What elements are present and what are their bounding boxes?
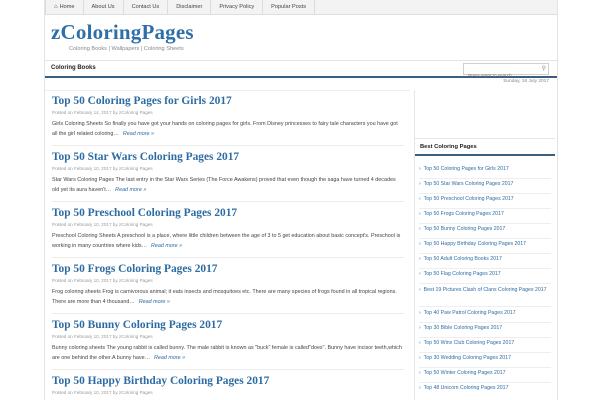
list-divider: [419, 223, 551, 224]
list-divider: [419, 322, 551, 323]
post-item: Top 50 Star Wars Coloring Pages 2017 Pos…: [52, 151, 404, 195]
list-divider: [419, 178, 551, 179]
post-excerpt: Girls Coloring Sheets So finally you hav…: [52, 121, 398, 137]
post-title[interactable]: Top 50 Bunny Coloring Pages 2017: [52, 319, 404, 331]
list-divider: [419, 268, 551, 269]
chevron-right-icon: ›: [419, 211, 421, 217]
post-divider: [52, 201, 404, 202]
chevron-right-icon: ›: [419, 226, 421, 232]
post-excerpt: Star Wars Coloring Pages The last entry …: [52, 177, 396, 193]
chevron-right-icon: ›: [419, 325, 421, 331]
list-divider: [419, 306, 551, 307]
sidebar-link[interactable]: › Top 50 Winx Club Coloring Pages 2017: [419, 340, 551, 346]
search-box: ⚲: [463, 63, 549, 81]
list-divider: [419, 253, 551, 254]
top-nav: ⌂ Home About Us Contact Us Disclaimer Pri…: [45, 0, 557, 15]
read-more-link[interactable]: Read more »: [115, 187, 146, 193]
post-item: Top 50 Preschool Coloring Pages 2017 Pos…: [52, 207, 404, 251]
post-divider: [52, 369, 404, 370]
read-more-link[interactable]: Read more »: [139, 299, 170, 305]
chevron-right-icon: ›: [419, 256, 421, 262]
read-more-link[interactable]: Read more »: [123, 131, 154, 137]
chevron-right-icon: ›: [419, 355, 421, 361]
chevron-right-icon: ›: [419, 370, 421, 376]
sidebar-link[interactable]: › Best 19 Pictures Clash of Clans Colorin…: [419, 286, 551, 294]
sidebar-link[interactable]: › Top 50 Winter Coloring Pages 2017: [419, 370, 551, 376]
list-divider: [419, 337, 551, 338]
search-icon[interactable]: ⚲: [542, 65, 546, 72]
post-meta: Posted on February 10, 2017 by zColoring…: [52, 166, 153, 171]
home-icon: ⌂: [54, 4, 58, 10]
site-tagline: Coloring Books | Wallpapers | Coloring S…: [69, 46, 184, 52]
sidebar-link[interactable]: › Top 50 Star Wars Coloring Pages 2017: [419, 181, 551, 187]
nav-popular-posts[interactable]: Popular Posts: [263, 0, 315, 14]
sidebar-link[interactable]: › Top 50 Coloring Pages for Girls 2017: [419, 166, 551, 172]
post-meta: Posted on February 10, 2017 by zColoring…: [52, 222, 153, 227]
post-title[interactable]: Top 50 Frogs Coloring Pages 2017: [52, 263, 404, 275]
sidebar: Best Coloring Pages › Top 50 Coloring Pag…: [414, 90, 555, 400]
post-divider: [52, 145, 404, 146]
sidebar-link[interactable]: › Top 50 Adult Coloring Books 2017: [419, 256, 551, 262]
sidebar-link[interactable]: › Top 50 Bunny Coloring Pages 2017: [419, 226, 551, 232]
read-more-link[interactable]: Read more »: [154, 355, 185, 361]
post-item: Top 50 Bunny Coloring Pages 2017 Posted …: [52, 319, 404, 363]
post-meta: Posted on February 14, 2017 by zColoring…: [52, 110, 153, 115]
list-divider: [419, 352, 551, 353]
list-divider: [419, 283, 551, 284]
sidebar-link[interactable]: › Top 50 Happy Birthday Coloring Pages 20…: [419, 241, 551, 247]
widget-title-rule: [415, 154, 555, 156]
read-more-link[interactable]: Read more »: [151, 243, 182, 249]
chevron-right-icon: ›: [419, 310, 421, 316]
nav-privacy-policy[interactable]: Privacy Policy: [211, 0, 264, 14]
nav-disclaimer[interactable]: Disclaimer: [168, 0, 212, 14]
chevron-right-icon: ›: [419, 287, 421, 293]
nav-about-us[interactable]: About Us: [84, 0, 124, 14]
page-frame: ⌂ Home About Us Contact Us Disclaimer Pri…: [44, 0, 558, 400]
post-item: Top 50 Happy Birthday Coloring Pages 201…: [52, 375, 404, 395]
post-meta: Posted on February 10, 2017 by zColoring…: [52, 334, 153, 339]
chevron-right-icon: ›: [419, 241, 421, 247]
main-menu: Coloring Books ⚲: [45, 60, 557, 81]
widget-title: Best Coloring Pages: [420, 144, 477, 150]
list-divider: [419, 193, 551, 194]
post-item: Top 50 Frogs Coloring Pages 2017 Posted …: [52, 263, 404, 307]
post-excerpt: Preschool Coloring Sheets A preschool is…: [52, 233, 401, 249]
sidebar-link[interactable]: › Top 48 Unicorn Coloring Pages 2017: [419, 385, 551, 391]
chevron-right-icon: ›: [419, 166, 421, 172]
nav-contact-us[interactable]: Contact Us: [124, 0, 169, 14]
post-excerpt: Bunny coloring sheets The young rabbit i…: [52, 345, 402, 361]
post-title[interactable]: Top 50 Happy Birthday Coloring Pages 201…: [52, 375, 404, 387]
nav-home[interactable]: ⌂ Home: [45, 0, 84, 14]
post-meta: Posted on February 10, 2017 by zColoring…: [52, 390, 153, 395]
chevron-right-icon: ›: [419, 196, 421, 202]
list-divider: [419, 367, 551, 368]
post-meta: Posted on February 10, 2017 by zColoring…: [52, 278, 153, 283]
list-divider: [419, 382, 551, 383]
ad-space: [415, 90, 555, 139]
post-title[interactable]: Top 50 Star Wars Coloring Pages 2017: [52, 151, 404, 163]
chevron-right-icon: ›: [419, 340, 421, 346]
post-item: Top 50 Coloring Pages for Girls 2017 Pos…: [52, 95, 404, 139]
sidebar-link[interactable]: › Top 40 Paw Patrol Coloring Pages 2017: [419, 310, 551, 316]
sidebar-link[interactable]: › Top 50 Flag Coloring Pages 2017: [419, 271, 551, 277]
sidebar-link[interactable]: › Top 30 Wedding Coloring Pages 2017: [419, 355, 551, 361]
sidebar-link[interactable]: › Top 50 Preschool Coloring Pages 2017: [419, 196, 551, 202]
post-title[interactable]: Top 50 Coloring Pages for Girls 2017: [52, 95, 404, 107]
current-date: Sunday, 16 July 2017: [503, 79, 549, 84]
sidebar-link[interactable]: › Top 50 Frogs Coloring Pages 2017: [419, 211, 551, 217]
chevron-right-icon: ›: [419, 385, 421, 391]
post-divider: [52, 257, 404, 258]
chevron-right-icon: ›: [419, 181, 421, 187]
sidebar-link[interactable]: › Top 30 Bible Coloring Pages 2017: [419, 325, 551, 331]
menu-item-coloring-books[interactable]: Coloring Books: [51, 61, 96, 76]
post-list: Top 50 Coloring Pages for Girls 2017 Pos…: [45, 90, 410, 400]
site-title[interactable]: zColoringPages: [51, 20, 194, 45]
chevron-right-icon: ›: [419, 271, 421, 277]
post-excerpt: Frog coloring sheets Frog is carnivorous…: [52, 289, 397, 305]
post-title[interactable]: Top 50 Preschool Coloring Pages 2017: [52, 207, 404, 219]
list-divider: [419, 238, 551, 239]
post-divider: [52, 313, 404, 314]
list-divider: [419, 208, 551, 209]
